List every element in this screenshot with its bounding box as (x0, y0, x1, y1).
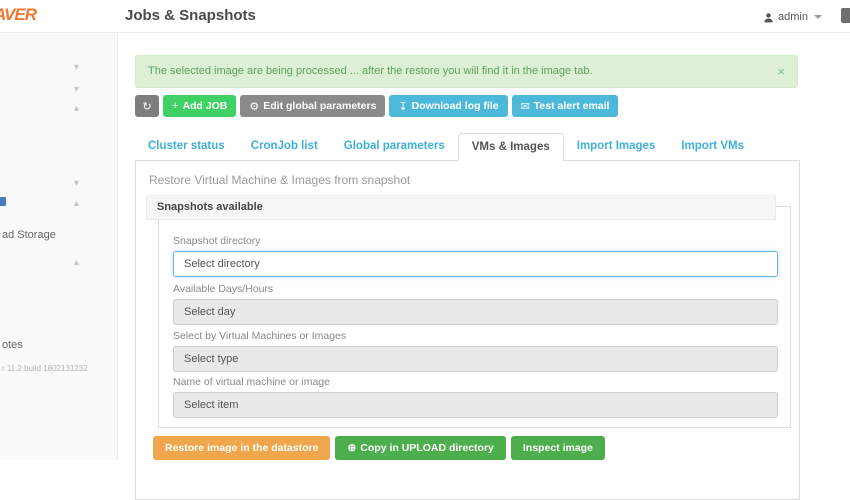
select-type-field: Select by Virtual Machines or Images (173, 330, 778, 372)
alert-email-icon: ✉ (520, 100, 530, 113)
download-icon: ↧ (398, 100, 408, 113)
vm-name-field: Name of virtual machine or image (173, 376, 778, 418)
toolbar: ↻ + Add JOB ⚙ Edit global parameters ↧ D… (135, 95, 619, 117)
plus-icon: + (172, 100, 179, 112)
sidebar-item-upload-storage[interactable]: ad Storage (2, 229, 56, 241)
version-label: r 11.2 build 1802131232 (2, 364, 88, 373)
snapshot-directory-input[interactable] (173, 251, 778, 277)
main-content: The selected image are being processed .… (118, 33, 850, 500)
test-alert-label: Test alert email (533, 100, 610, 112)
user-menu[interactable]: admin (763, 8, 822, 26)
tab-import-vms[interactable]: Import VMs (668, 133, 757, 161)
field-label: Available Days/Hours (173, 283, 274, 295)
gear-icon: ⚙ (249, 100, 260, 113)
copy-upload-label: Copy in UPLOAD directory (360, 442, 494, 454)
available-days-input (173, 299, 778, 325)
sidebar-item-icon (0, 197, 6, 206)
tab-global-parameters[interactable]: Global parameters (331, 133, 458, 161)
page-title: Jobs & Snapshots (125, 7, 256, 24)
chevron-up-icon[interactable]: ▴ (74, 199, 79, 209)
download-log-button[interactable]: ↧ Download log file (389, 95, 508, 117)
top-header: AVER Jobs & Snapshots admin (0, 0, 850, 33)
person-icon (764, 12, 773, 22)
refresh-icon: ↻ (142, 100, 152, 113)
select-type-input (173, 346, 778, 372)
tab-import-images[interactable]: Import Images (564, 133, 669, 161)
action-buttons: Restore image in the datastore ⊕ Copy in… (153, 436, 605, 460)
tab-cluster-status[interactable]: Cluster status (135, 133, 238, 161)
test-alert-email-button[interactable]: ✉ Test alert email (511, 95, 619, 117)
field-label: Name of virtual machine or image (173, 376, 330, 388)
chevron-down-icon[interactable]: ▾ (74, 63, 79, 73)
field-label: Snapshot directory (173, 235, 261, 247)
add-job-label: Add JOB (182, 100, 228, 112)
user-name: admin (778, 11, 808, 23)
restore-image-button[interactable]: Restore image in the datastore (153, 436, 331, 460)
sidebar-item-notes[interactable]: otes (2, 339, 23, 351)
edit-global-label: Edit global parameters (263, 100, 377, 112)
download-log-label: Download log file (411, 100, 499, 112)
panel-description: Restore Virtual Machine & Images from sn… (149, 173, 411, 187)
inspect-image-button[interactable]: Inspect image (510, 436, 605, 460)
partial-header-icon[interactable] (841, 8, 850, 23)
snapshot-form: Snapshot directory Available Days/Hours … (158, 206, 791, 428)
chevron-down-icon[interactable]: ▾ (74, 85, 79, 95)
copy-upload-button[interactable]: ⊕ Copy in UPLOAD directory (335, 436, 506, 460)
snapshot-directory-field: Snapshot directory (173, 235, 778, 277)
close-icon[interactable]: × (777, 56, 785, 87)
tab-content-panel: Restore Virtual Machine & Images from sn… (135, 160, 800, 500)
success-alert: The selected image are being processed .… (135, 55, 798, 88)
restore-image-label: Restore image in the datastore (165, 442, 319, 454)
sidebar: ▾ ▾ ▴ ▾ ▴ ad Storage ▴ otes r 11.2 build… (0, 33, 118, 460)
refresh-button[interactable]: ↻ (135, 95, 159, 117)
edit-global-parameters-button[interactable]: ⚙ Edit global parameters (240, 95, 386, 117)
add-job-button[interactable]: + Add JOB (163, 95, 237, 117)
chevron-down-icon (814, 15, 822, 19)
snapshots-available-heading: Snapshots available (146, 195, 776, 220)
app-logo: AVER (0, 5, 37, 24)
chevron-up-icon[interactable]: ▴ (74, 258, 79, 268)
inspect-image-label: Inspect image (522, 442, 593, 454)
tab-cronjob-list[interactable]: CronJob list (238, 133, 331, 161)
chevron-up-icon[interactable]: ▴ (74, 104, 79, 114)
chevron-down-icon[interactable]: ▾ (74, 179, 79, 189)
copy-icon: ⊕ (347, 442, 357, 454)
alert-message: The selected image are being processed .… (148, 65, 593, 77)
vm-name-input (173, 392, 778, 418)
field-label: Select by Virtual Machines or Images (173, 330, 347, 342)
available-days-field: Available Days/Hours (173, 283, 778, 325)
tab-bar: Cluster status CronJob list Global param… (135, 133, 757, 161)
tab-vms-and-images[interactable]: VMs & Images (457, 133, 564, 161)
